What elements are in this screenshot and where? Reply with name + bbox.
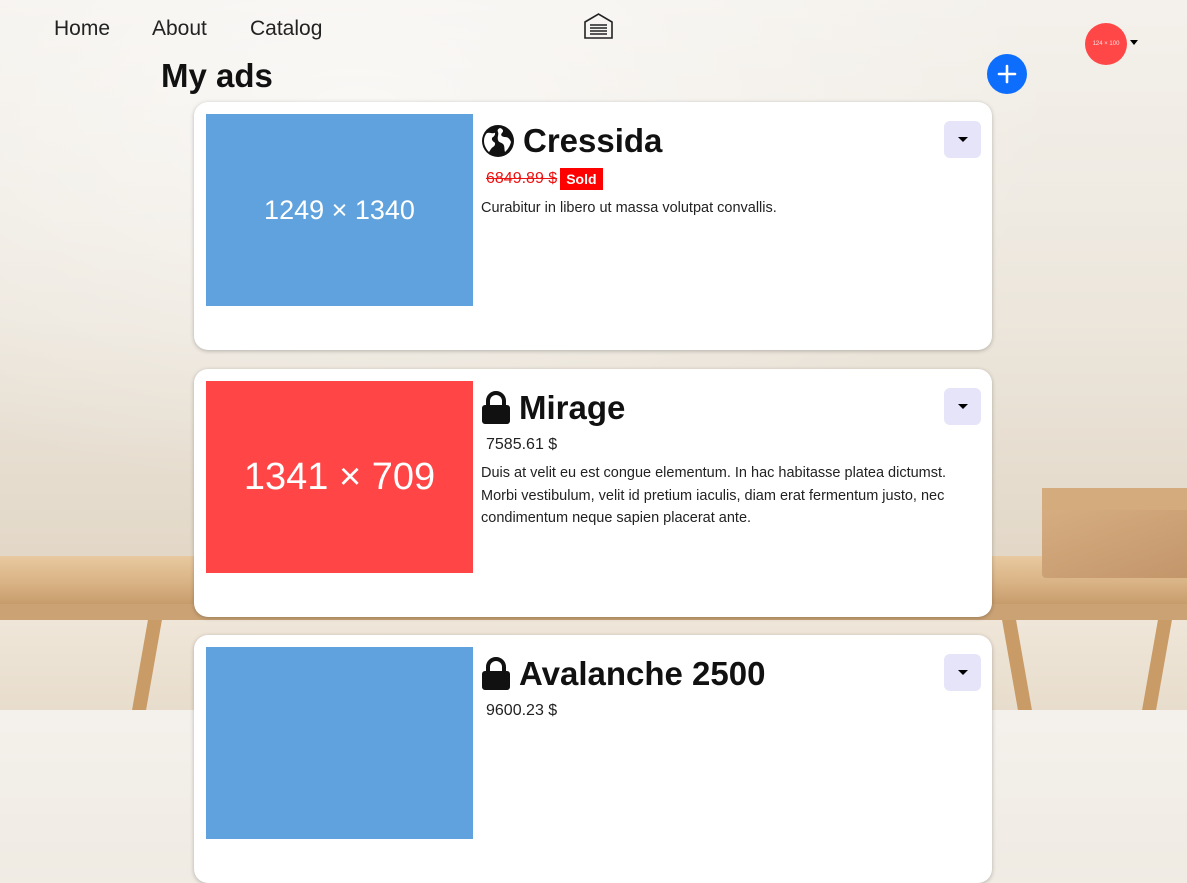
- ad-price: 6849.89 $: [486, 170, 558, 187]
- ad-options-dropdown-button[interactable]: [944, 388, 981, 425]
- ad-title: Mirage: [519, 389, 626, 426]
- plus-icon: [997, 64, 1017, 84]
- nav-about-link[interactable]: About: [152, 17, 207, 41]
- ad-card[interactable]: 1341 × 709 Mirage 7585.61 $ Duis at veli…: [194, 369, 992, 617]
- navbar: Home About Catalog 124 × 100: [0, 0, 1187, 65]
- globe-icon: [482, 125, 514, 157]
- ad-image-placeholder: 1249 × 1340: [206, 114, 473, 306]
- ad-options-dropdown-button[interactable]: [944, 121, 981, 158]
- page-title: My ads: [161, 57, 273, 94]
- ad-image-placeholder: 1341 × 709: [206, 381, 473, 573]
- caret-down-icon: [957, 404, 968, 409]
- ad-card[interactable]: Avalanche 2500 9600.23 $: [194, 635, 992, 883]
- ad-description: Curabitur in libero ut massa volutpat co…: [481, 200, 777, 216]
- ad-options-dropdown-button[interactable]: [944, 654, 981, 691]
- sold-badge: Sold: [560, 168, 603, 190]
- building-icon[interactable]: [583, 12, 614, 40]
- lock-icon: [482, 391, 510, 424]
- ad-card[interactable]: 1249 × 1340 Cressida 6849.89 $ Sold Cura…: [194, 102, 992, 350]
- ad-image-placeholder: [206, 647, 473, 839]
- ad-title: Avalanche 2500: [519, 655, 766, 692]
- ad-price: 7585.61 $: [486, 436, 558, 453]
- nav-catalog-link[interactable]: Catalog: [250, 17, 322, 41]
- lock-icon: [482, 657, 510, 690]
- avatar-label: 124 × 100: [1092, 41, 1120, 47]
- ad-title: Cressida: [523, 122, 663, 159]
- background-box-lid: [1042, 488, 1187, 510]
- ad-price: 9600.23 $: [486, 702, 558, 719]
- image-size-label: 1341 × 709: [243, 455, 436, 498]
- ad-description: Duis at velit eu est congue elementum. I…: [481, 465, 947, 526]
- caret-down-icon[interactable]: [1130, 40, 1138, 45]
- nav-home-link[interactable]: Home: [54, 17, 110, 41]
- caret-down-icon: [957, 137, 968, 142]
- add-ad-button[interactable]: [987, 54, 1027, 94]
- image-size-label: 1249 × 1340: [264, 194, 415, 225]
- caret-down-icon: [957, 670, 968, 675]
- user-avatar[interactable]: 124 × 100: [1085, 23, 1127, 65]
